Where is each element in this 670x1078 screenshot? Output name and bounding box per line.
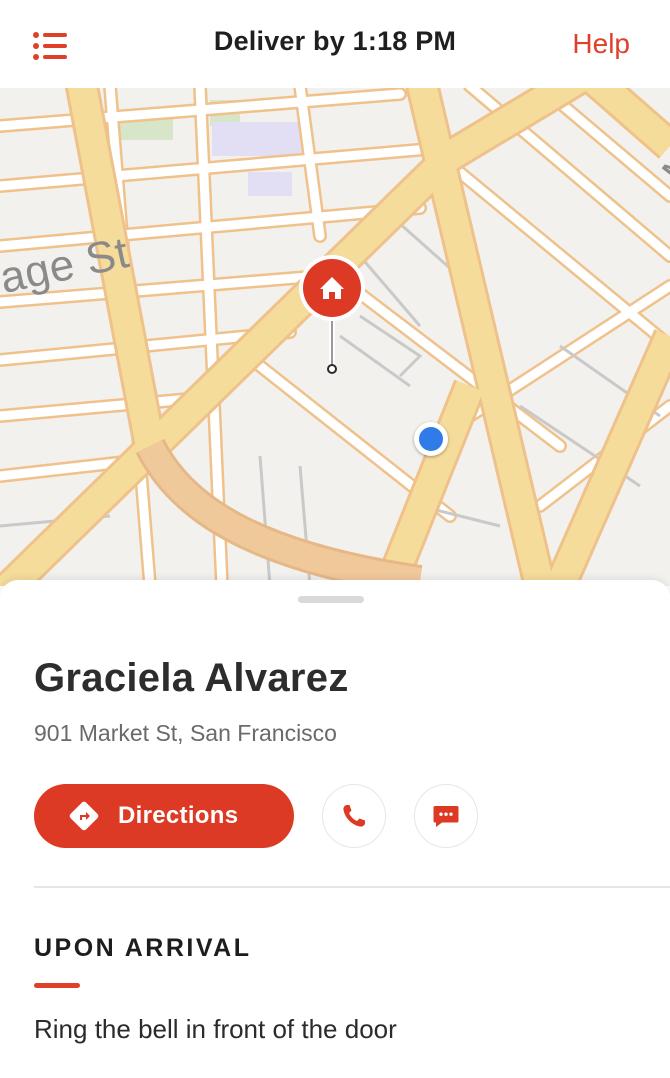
location-dot-icon: [414, 422, 448, 456]
directions-button[interactable]: Directions: [34, 784, 294, 848]
top-bar: Deliver by 1:18 PM Help: [0, 0, 670, 88]
upon-arrival-heading: UPON ARRIVAL: [34, 934, 252, 962]
help-link[interactable]: Help: [572, 28, 630, 60]
delivery-deadline-title: Deliver by 1:18 PM: [213, 25, 457, 56]
delivery-address: 901 Market St, San Francisco: [34, 720, 337, 746]
message-button[interactable]: [414, 784, 478, 848]
call-button[interactable]: [322, 784, 386, 848]
menu-button[interactable]: [28, 28, 72, 64]
map-view[interactable]: age St M: [0, 86, 670, 586]
heading-underline: [34, 983, 80, 988]
directions-label: Directions: [118, 802, 239, 829]
list-menu-icon: [33, 32, 67, 60]
delivery-details-sheet: Graciela Alvarez 901 Market St, San Fran…: [0, 580, 670, 1078]
customer-name: Graciela Alvarez: [34, 656, 349, 700]
directions-diamond-icon: [69, 801, 99, 831]
chat-bubble-icon: [433, 806, 459, 827]
sheet-drag-handle[interactable]: [298, 596, 364, 603]
arrival-instructions: Ring the bell in front of the door: [34, 1014, 397, 1044]
phone-icon: [343, 805, 365, 827]
section-divider: [34, 886, 670, 888]
delivery-screen: Deliver by 1:18 PM Help age St M Graciel…: [0, 0, 670, 1078]
destination-pin[interactable]: [296, 252, 368, 376]
